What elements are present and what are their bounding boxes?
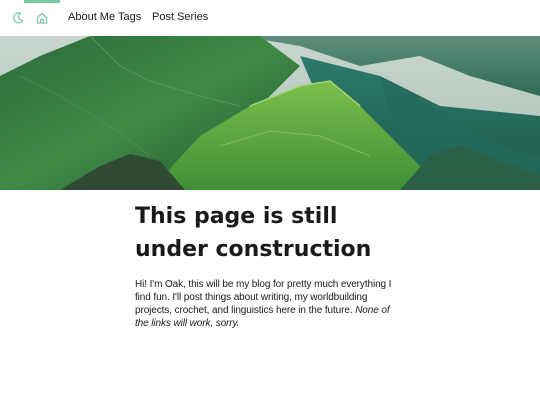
nav-link-post-series[interactable]: Post Series [152, 11, 208, 23]
home-icon[interactable] [24, 0, 60, 36]
intro-text: Hi! I'm Oak, this will be my blog for pr… [135, 279, 392, 316]
nav-link-about-me[interactable]: About Me [68, 11, 115, 23]
page-title: This page is still under construction [135, 204, 372, 262]
intro-paragraph: Hi! I'm Oak, this will be my blog for pr… [135, 278, 405, 330]
top-nav: About Me Tags Post Series [0, 0, 540, 36]
nav-link-tags[interactable]: Tags [118, 11, 141, 23]
main-content: This page is still under construction Hi… [135, 200, 405, 330]
hero-banner-image [0, 36, 540, 190]
